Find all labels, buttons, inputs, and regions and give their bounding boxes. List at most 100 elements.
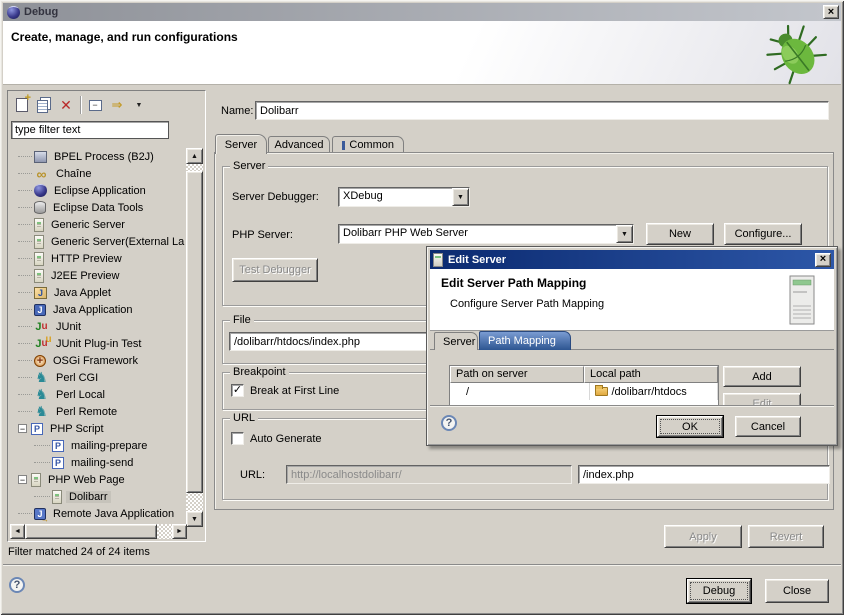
tree-guide-line <box>18 258 32 259</box>
help-glyph: ? <box>446 417 453 429</box>
tree-item-generic-server-external-la[interactable]: Generic Server(External La <box>10 233 187 250</box>
tree-item-cha-ne[interactable]: Chaîne <box>10 165 187 182</box>
edit-server-titlebar[interactable]: Edit Server × <box>430 250 834 269</box>
collapse-all-button[interactable]: − <box>84 94 106 116</box>
help-icon[interactable]: ? <box>9 577 25 593</box>
filter-icon: ⇒ <box>112 97 123 113</box>
filter-status: Filter matched 24 of 24 items <box>8 546 150 558</box>
help-glyph: ? <box>14 579 21 591</box>
config-tree: BPEL Process (B2J) Chaîne Eclipse Applicat… <box>10 148 187 527</box>
tree-item-java-applet[interactable]: Java Applet <box>10 284 187 301</box>
scroll-up-icon[interactable]: ▲ <box>186 148 203 164</box>
duplicate-configuration-button[interactable] <box>33 94 55 116</box>
cancel-button[interactable]: Cancel <box>735 416 801 437</box>
tree-item-label: Chaîne <box>53 168 94 180</box>
tree-item-label: Java Application <box>50 304 136 316</box>
tree-item-perl-cgi[interactable]: Perl CGI <box>10 369 187 386</box>
configurations-toolbar: ✕ − ⇒ ▼ <box>9 92 204 118</box>
tree-item-http-preview[interactable]: HTTP Preview <box>10 250 187 267</box>
tree-guide-line <box>18 207 32 208</box>
collapse-expander-icon[interactable]: − <box>18 475 27 484</box>
tree-guide-line <box>18 394 32 395</box>
edit-server-close-button[interactable]: × <box>815 253 831 267</box>
tree-item-remote-java-application[interactable]: Remote Java Application <box>10 505 187 522</box>
tree-guide-line <box>18 190 32 191</box>
tree-vertical-scrollbar[interactable]: ▲ ▼ <box>186 148 203 527</box>
bpel-process-icon <box>34 151 47 163</box>
tree-item-eclipse-data-tools[interactable]: Eclipse Data Tools <box>10 199 187 216</box>
new-configuration-button[interactable] <box>11 94 33 116</box>
filter-button[interactable]: ⇒ <box>106 94 128 116</box>
tree-item-php-web-page[interactable]: −PHP Web Page <box>10 471 187 488</box>
tree-guide-line <box>18 360 32 361</box>
close-button[interactable]: Close <box>765 579 829 603</box>
tree-item-j2ee-preview[interactable]: J2EE Preview <box>10 267 187 284</box>
php-icon <box>31 423 43 435</box>
server-tower-icon <box>784 274 820 328</box>
tree-guide-line <box>34 462 50 463</box>
toolbar-menu-button[interactable]: ▼ <box>128 94 150 116</box>
tree-item-perl-local[interactable]: Perl Local <box>10 386 187 403</box>
tree-item-bpel-process-b2j[interactable]: BPEL Process (B2J) <box>10 148 187 165</box>
scrollbar-thumb[interactable] <box>186 171 203 493</box>
path-mapping-row[interactable]: //dolibarr/htdocs <box>450 383 718 400</box>
tree-item-dolibarr[interactable]: Dolibarr <box>10 488 187 505</box>
scroll-right-icon[interactable]: ► <box>172 524 187 539</box>
tree-item-php-script[interactable]: −PHP Script <box>10 420 187 437</box>
scrollbar-thumb[interactable] <box>25 524 157 539</box>
tree-item-osgi-framework[interactable]: OSGi Framework <box>10 352 187 369</box>
tree-item-label: mailing-prepare <box>68 440 150 452</box>
dialog-tab-server[interactable]: Server <box>434 332 478 350</box>
debug-button[interactable]: Debug <box>687 579 751 603</box>
button-label: OK <box>682 421 698 433</box>
tree-guide-line <box>18 292 32 293</box>
ok-button[interactable]: OK <box>657 416 723 437</box>
column-local-path[interactable]: Local path <box>584 366 718 383</box>
java-applet-icon <box>34 287 47 299</box>
tree-guide-line <box>18 173 32 174</box>
apply-button[interactable]: Apply <box>664 525 742 548</box>
column-path-on-server[interactable]: Path on server <box>450 366 584 383</box>
java-icon <box>34 304 46 316</box>
tab-advanced[interactable]: Advanced <box>268 136 330 153</box>
scroll-left-icon[interactable]: ◄ <box>10 524 25 539</box>
help-icon[interactable]: ? <box>441 415 457 431</box>
collapse-expander-icon[interactable]: − <box>18 424 27 433</box>
tree-item-junit-plug-in-test[interactable]: JUnit Plug-in Test <box>10 335 187 352</box>
scroll-down-icon[interactable]: ▼ <box>186 511 203 527</box>
tree-guide-line <box>18 513 32 514</box>
remote-java-icon <box>34 508 46 520</box>
tree-item-label: J2EE Preview <box>48 270 122 282</box>
tree-item-java-application[interactable]: Java Application <box>10 301 187 318</box>
tree-guide-line <box>34 445 50 446</box>
tree-item-junit[interactable]: JUnit <box>10 318 187 335</box>
tree-guide-line <box>18 309 32 310</box>
tab-label: Common <box>349 139 394 151</box>
window-close-button[interactable]: × <box>823 5 839 19</box>
osgi-icon <box>34 355 46 367</box>
window-titlebar[interactable]: Debug × <box>3 3 841 21</box>
perl-icon <box>34 370 49 385</box>
name-input[interactable] <box>255 101 829 120</box>
tree-item-generic-server[interactable]: Generic Server <box>10 216 187 233</box>
debug-bug-icon <box>761 23 831 85</box>
tab-server[interactable]: Server <box>215 134 267 154</box>
tree-item-eclipse-application[interactable]: Eclipse Application <box>10 182 187 199</box>
tree-item-label: Dolibarr <box>66 491 111 503</box>
dialog-tab-path-mapping[interactable]: Path Mapping <box>479 331 571 350</box>
delete-configuration-button[interactable]: ✕ <box>55 94 77 116</box>
edit-server-title: Edit Server <box>448 254 506 266</box>
tree-item-label: OSGi Framework <box>50 355 141 367</box>
tree-guide-line <box>18 241 32 242</box>
duplicate-config-icon <box>37 100 48 113</box>
tab-common[interactable]: Common <box>332 136 404 153</box>
filter-input[interactable] <box>11 121 169 139</box>
revert-button[interactable]: Revert <box>748 525 824 548</box>
tree-item-perl-remote[interactable]: Perl Remote <box>10 403 187 420</box>
add-mapping-button[interactable]: Add <box>723 366 801 387</box>
tree-item-mailing-prepare[interactable]: mailing-prepare <box>10 437 187 454</box>
junit-icon <box>34 319 49 334</box>
server-icon <box>34 252 44 266</box>
tree-item-mailing-send[interactable]: mailing-send <box>10 454 187 471</box>
tree-horizontal-scrollbar[interactable]: ◄ ► <box>10 524 187 539</box>
